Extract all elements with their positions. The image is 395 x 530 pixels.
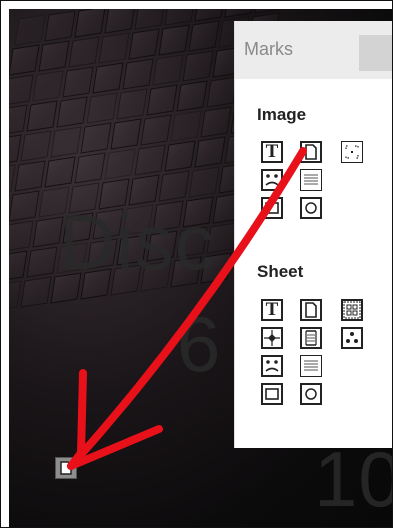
marks-panel-header: Marks (235, 21, 392, 79)
image-page-tool-button[interactable] (300, 141, 322, 163)
image-face-tool-button[interactable] (261, 169, 283, 191)
image-lines-tool-button[interactable] (300, 169, 322, 191)
crop-corners-tool-icon (345, 145, 359, 159)
page-icon (60, 461, 72, 475)
sheet-split-lines-tool-button[interactable] (300, 327, 322, 349)
sheet-ellipse-tool-button[interactable] (300, 383, 322, 405)
split-lines-tool-icon (305, 330, 317, 346)
sheet-grid-tool-button[interactable] (341, 299, 363, 321)
lines-tool-icon (304, 360, 318, 371)
sheet-section-label: Sheet (257, 262, 304, 281)
background-text-disc: Disc (59, 198, 215, 286)
background-text-six: 6 (177, 300, 222, 388)
screenshot-frame: Disc 6 10 Marks Image T (0, 0, 393, 528)
placed-page-mark[interactable] (55, 457, 77, 479)
sheet-rectangle-tool-button[interactable] (261, 383, 283, 405)
image-text-tool-button[interactable]: T (261, 141, 283, 163)
rectangle-tool-icon (265, 388, 279, 400)
lines-tool-icon (304, 174, 318, 185)
page-tool-icon (305, 144, 317, 160)
face-tool-icon (265, 360, 279, 372)
image-ellipse-tool-button[interactable] (300, 197, 322, 219)
image-section-label: Image (257, 105, 307, 124)
sheet-page-tool-button[interactable] (300, 299, 322, 321)
sheet-text-tool-button[interactable]: T (261, 299, 283, 321)
crosshair-tool-icon (264, 330, 280, 346)
ellipse-tool-icon (305, 388, 317, 400)
text-tool-icon: T (265, 299, 279, 320)
marks-panel: Marks Image T Sheet T (234, 21, 392, 448)
text-tool-icon: T (265, 141, 279, 162)
ellipse-tool-icon (305, 202, 317, 214)
rectangle-tool-icon (265, 202, 279, 214)
sheet-face-tool-button[interactable] (261, 355, 283, 377)
image-crop-tool-button[interactable] (341, 141, 363, 163)
face-tool-icon (265, 174, 279, 186)
sheet-crosshair-tool-button[interactable] (261, 327, 283, 349)
page-tool-icon (305, 302, 317, 318)
sheet-dots-tool-button[interactable] (341, 327, 363, 349)
dots-tool-icon (346, 332, 358, 343)
grid-tool-icon (343, 301, 361, 319)
image-rectangle-tool-button[interactable] (261, 197, 283, 219)
marks-panel-title: Marks (244, 39, 293, 59)
sheet-lines-tool-button[interactable] (300, 355, 322, 377)
panel-close-button[interactable] (359, 35, 392, 71)
